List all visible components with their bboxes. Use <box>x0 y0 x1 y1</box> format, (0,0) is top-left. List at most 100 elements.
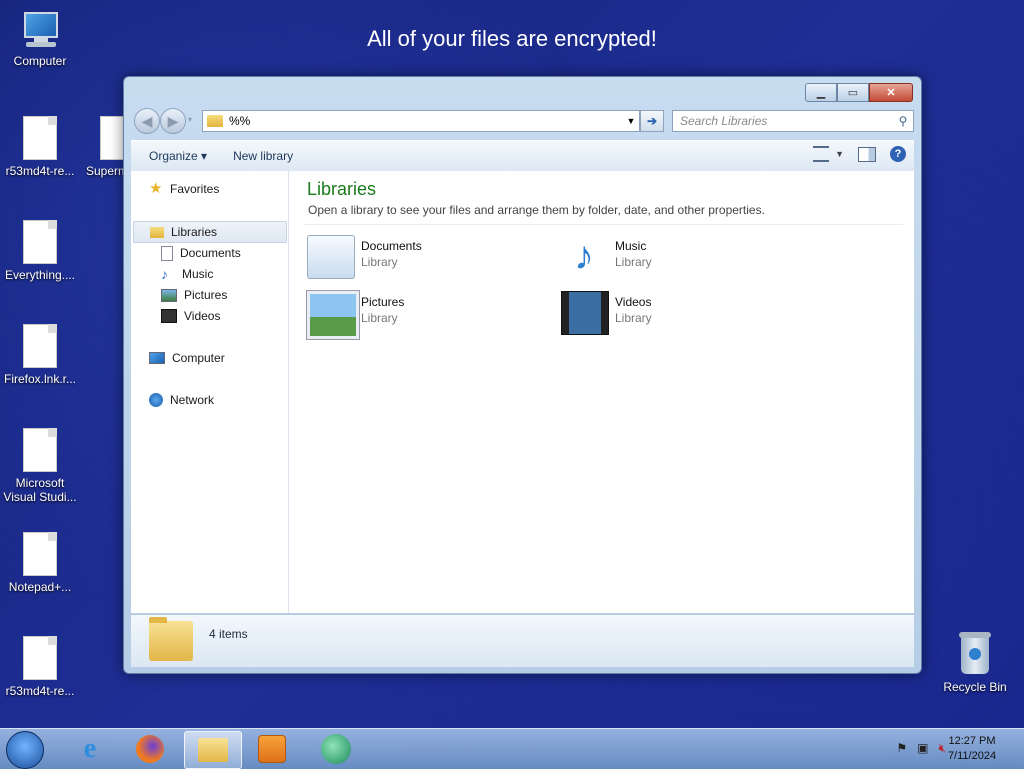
recycle-bin-icon <box>957 632 993 676</box>
libraries-folder-icon <box>149 617 193 661</box>
address-input[interactable]: %% <box>229 114 623 128</box>
library-name: Pictures <box>361 295 405 309</box>
details-pane: 4 items <box>131 614 914 667</box>
nav-network[interactable]: Network <box>149 390 214 410</box>
nav-label: Videos <box>184 309 221 323</box>
library-name: Documents <box>361 239 422 253</box>
maximize-button[interactable]: ▭ <box>837 83 869 102</box>
nav-libraries[interactable]: Libraries <box>133 221 287 243</box>
taskbar: e ⚑ ▣ 🔇︎ 12:27 PM 7/11/2024 <box>0 728 1024 769</box>
documents-library-icon <box>307 235 355 279</box>
desktop-icon-label: Recycle Bin <box>943 680 1007 694</box>
taskbar-firefox[interactable] <box>122 731 178 767</box>
desktop-icon-label: Microsoft Visual Studi... <box>3 476 77 504</box>
desktop-icon-label: Superm <box>86 164 129 178</box>
taskbar-explorer[interactable] <box>184 731 242 769</box>
address-bar[interactable]: %% ▼ <box>202 110 640 132</box>
library-kind: Library <box>615 255 652 269</box>
content-pane: Libraries Open a library to see your fil… <box>289 171 914 613</box>
change-view-button[interactable]: ▼ <box>813 146 844 162</box>
desktop-icon-label: Everything.... <box>4 268 76 282</box>
new-library-button[interactable]: New library <box>225 149 301 163</box>
address-dropdown-icon[interactable]: ▼ <box>623 116 639 126</box>
minimize-button[interactable]: ▁ <box>805 83 837 102</box>
nav-label: Computer <box>172 351 225 365</box>
desktop-icon-computer[interactable]: Computer <box>0 10 80 68</box>
taskbar-app[interactable] <box>308 731 364 767</box>
network-icon <box>149 393 163 407</box>
taskbar-internet-explorer[interactable]: e <box>62 731 118 767</box>
pictures-icon <box>161 288 177 302</box>
desktop-icon-file[interactable]: Firefox.lnk.r... <box>0 324 80 386</box>
nav-music[interactable]: ♪ Music <box>161 264 213 284</box>
computer-icon <box>18 10 62 50</box>
desktop-icon-label: Firefox.lnk.r... <box>3 372 77 386</box>
help-icon[interactable]: ? <box>890 146 906 162</box>
desktop-icon-file[interactable]: r53md4t-re... <box>0 116 80 178</box>
flag-icon[interactable]: ⚑ <box>896 741 907 756</box>
start-button[interactable] <box>6 731 44 769</box>
file-icon <box>23 532 57 576</box>
network-tray-icon[interactable]: ▣ <box>917 741 928 756</box>
nav-label: Network <box>170 393 215 407</box>
library-documents[interactable]: Documents Library <box>307 231 547 281</box>
item-count: 4 items <box>209 627 248 641</box>
nav-videos[interactable]: Videos <box>161 306 220 326</box>
desktop-icon-file[interactable]: Microsoft Visual Studi... <box>0 428 80 504</box>
nav-computer[interactable]: Computer <box>149 348 225 368</box>
nav-label: Music <box>182 267 214 281</box>
organize-button[interactable]: Organize ▾ <box>141 149 215 163</box>
library-videos[interactable]: Videos Library <box>561 287 801 337</box>
documents-icon <box>161 245 173 261</box>
libraries-icon <box>150 226 164 238</box>
nav-documents[interactable]: Documents <box>161 243 241 263</box>
desktop-banner: All of your files are encrypted! <box>367 26 657 51</box>
desktop-icon-label: r53md4t-re... <box>5 684 75 698</box>
back-button[interactable]: ◀ <box>134 108 160 134</box>
system-tray: ⚑ ▣ 🔇︎ <box>896 741 946 756</box>
library-name: Music <box>615 239 647 253</box>
explorer-icon <box>198 738 228 762</box>
preview-pane-icon[interactable] <box>858 146 876 162</box>
desktop-icon-file[interactable]: r53md4t-re... <box>0 636 80 698</box>
desktop-icon-file[interactable]: Everything.... <box>0 220 80 282</box>
search-input[interactable]: Search Libraries <box>673 114 893 128</box>
taskbar-media-player[interactable] <box>244 731 300 767</box>
library-pictures[interactable]: Pictures Library <box>307 287 547 339</box>
clock[interactable]: 12:27 PM 7/11/2024 <box>942 734 1002 764</box>
file-icon <box>23 636 57 680</box>
nav-pictures[interactable]: Pictures <box>161 285 227 305</box>
star-icon: ★ <box>149 180 163 197</box>
file-icon <box>23 220 57 264</box>
desktop-icon-file[interactable]: Superm <box>86 116 134 178</box>
media-player-icon <box>258 735 286 763</box>
search-box[interactable]: Search Libraries ⚲ <box>672 110 914 132</box>
navigation-bar: ◀ ▶ ▾ %% ▼ ➔ Search Libraries ⚲ <box>132 107 914 134</box>
nav-label: Favorites <box>170 182 220 196</box>
desktop-icon-label: Computer <box>13 54 67 68</box>
forward-button[interactable]: ▶ <box>160 108 186 134</box>
library-kind: Library <box>361 255 398 269</box>
folder-icon <box>207 115 223 127</box>
page-subtitle: Open a library to see your files and arr… <box>308 203 765 217</box>
close-button[interactable]: ✕ <box>869 83 913 102</box>
library-kind: Library <box>361 311 398 325</box>
library-music[interactable]: ♪ Music Library <box>561 231 801 281</box>
music-icon: ♪ <box>161 266 168 282</box>
firefox-icon <box>136 735 164 763</box>
file-icon <box>23 116 57 160</box>
library-name: Videos <box>615 295 652 309</box>
desktop-icon-label: r53md4t-re... <box>5 164 75 178</box>
explorer-window: ▁ ▭ ✕ ◀ ▶ ▾ %% ▼ ➔ Search Libraries ⚲ Or… <box>123 76 922 674</box>
clock-time: 12:27 PM <box>948 735 996 747</box>
search-icon[interactable]: ⚲ <box>893 114 913 128</box>
desktop-icon-file[interactable]: Notepad+... <box>0 532 80 594</box>
nav-favorites[interactable]: ★ Favorites <box>149 179 219 199</box>
go-button[interactable]: ➔ <box>640 110 664 132</box>
computer-icon <box>149 352 165 364</box>
internet-explorer-icon: e <box>83 733 97 764</box>
view-icon <box>813 146 830 162</box>
recent-pages-icon[interactable]: ▾ <box>188 115 192 124</box>
videos-library-icon <box>561 291 609 335</box>
desktop-icon-recycle-bin[interactable]: Recycle Bin <box>935 632 1015 694</box>
